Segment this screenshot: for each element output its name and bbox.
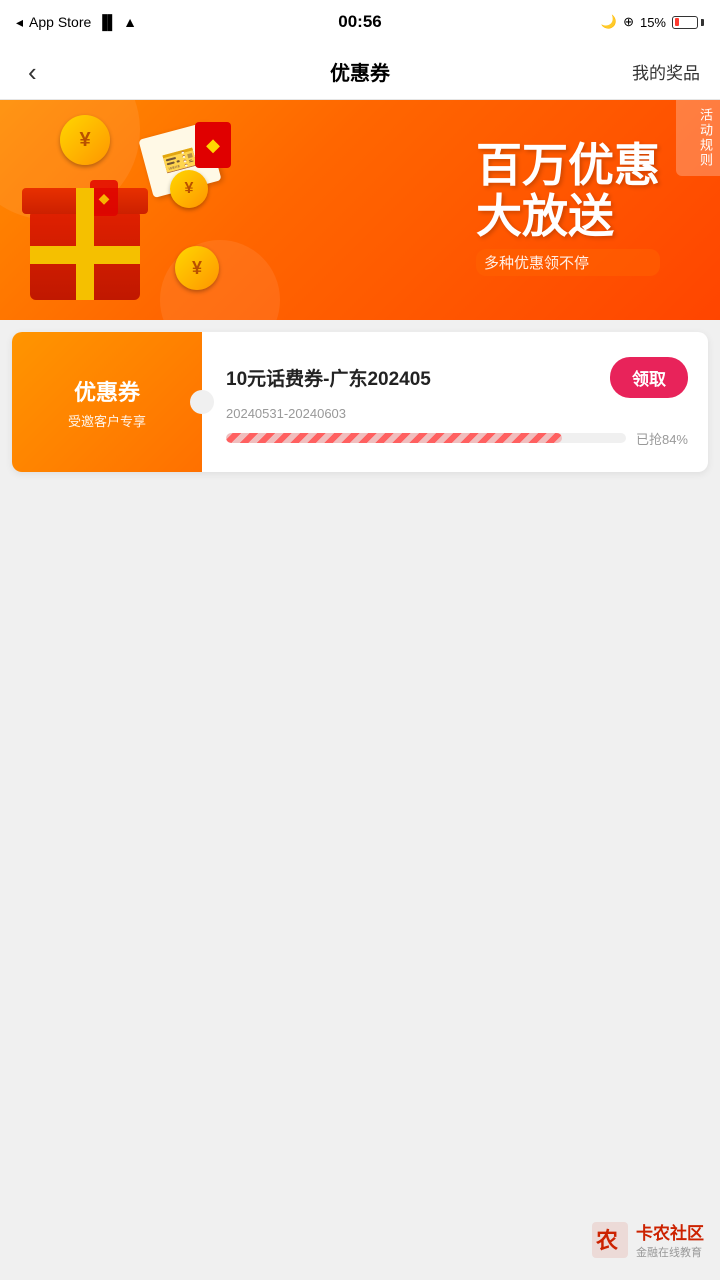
moon-icon: 🌙 [601, 14, 617, 30]
location-icon: ⊕ [623, 14, 634, 30]
banner-subtitle: 多种优惠领不停 [476, 249, 660, 276]
battery-icon [672, 16, 704, 29]
red-envelope-2: ◆ [90, 180, 118, 216]
coupon-right-panel: 10元话费券-广东202405 领取 20240531-20240603 已抢8… [202, 341, 708, 464]
watermark-main-text: 卡农社区 [636, 1219, 704, 1244]
red-envelope-1: ◆ [195, 122, 231, 168]
signal-icon: ▐▌ [97, 14, 117, 30]
my-prizes-button[interactable]: 我的奖品 [632, 59, 700, 84]
status-time: 00:56 [338, 12, 381, 32]
progress-text: 已抢84% [636, 429, 688, 448]
carrier-label: App Store [29, 14, 91, 30]
status-left: ◂ App Store ▐▌ ▲ [16, 14, 137, 31]
banner-title-1: 百万优惠 [476, 140, 660, 191]
coupon-name: 10元话费券-广东202405 [226, 364, 431, 391]
activity-rules-button[interactable]: 活动规则 [676, 100, 720, 176]
back-arrow-icon: ◂ [16, 14, 23, 31]
watermark-text-block: 卡农社区 金融在线教育 [636, 1219, 704, 1260]
coin-decoration-3: ¥ [175, 246, 219, 290]
coupon-card: 优惠券 受邀客户专享 10元话费券-广东202405 领取 20240531-2… [12, 332, 708, 472]
svg-text:农: 农 [595, 1228, 618, 1253]
progress-bar-background [226, 433, 626, 443]
progress-bar-fill [226, 433, 562, 443]
banner-text-block: 百万优惠 大放送 多种优惠领不停 [476, 140, 660, 276]
coin-decoration-1: ¥ [60, 115, 110, 165]
claim-button[interactable]: 领取 [610, 357, 688, 398]
kanong-logo-icon: 农 [592, 1222, 628, 1258]
coupon-list: 优惠券 受邀客户专享 10元话费券-广东202405 领取 20240531-2… [0, 320, 720, 484]
banner-title-2: 大放送 [476, 191, 660, 242]
promo-banner: 🎫 ¥ ¥ ¥ ◆ ◆ 百万优惠 大放送 多种优惠领不停 活动规则 [0, 100, 720, 320]
coupon-left-panel: 优惠券 受邀客户专享 [12, 332, 202, 472]
coupon-progress-row: 已抢84% [226, 429, 688, 448]
status-right: 🌙 ⊕ 15% [601, 14, 704, 30]
gift-box-decoration [30, 210, 140, 300]
nav-bar: ‹ 优惠券 我的奖品 [0, 44, 720, 100]
back-button[interactable]: ‹ [20, 51, 45, 93]
page-title: 优惠券 [330, 57, 390, 86]
status-bar: ◂ App Store ▐▌ ▲ 00:56 🌙 ⊕ 15% [0, 0, 720, 44]
coupon-header: 10元话费券-广东202405 领取 [226, 357, 688, 398]
wifi-icon: ▲ [123, 14, 137, 30]
watermark: 农 卡农社区 金融在线教育 [592, 1219, 704, 1260]
coupon-type-label: 优惠券 [74, 375, 140, 407]
coupon-exclusive-label: 受邀客户专享 [68, 411, 146, 430]
battery-percent: 15% [640, 15, 666, 30]
watermark-sub-text: 金融在线教育 [636, 1244, 704, 1260]
coupon-date-range: 20240531-20240603 [226, 406, 688, 421]
coin-decoration-2: ¥ [170, 170, 208, 208]
